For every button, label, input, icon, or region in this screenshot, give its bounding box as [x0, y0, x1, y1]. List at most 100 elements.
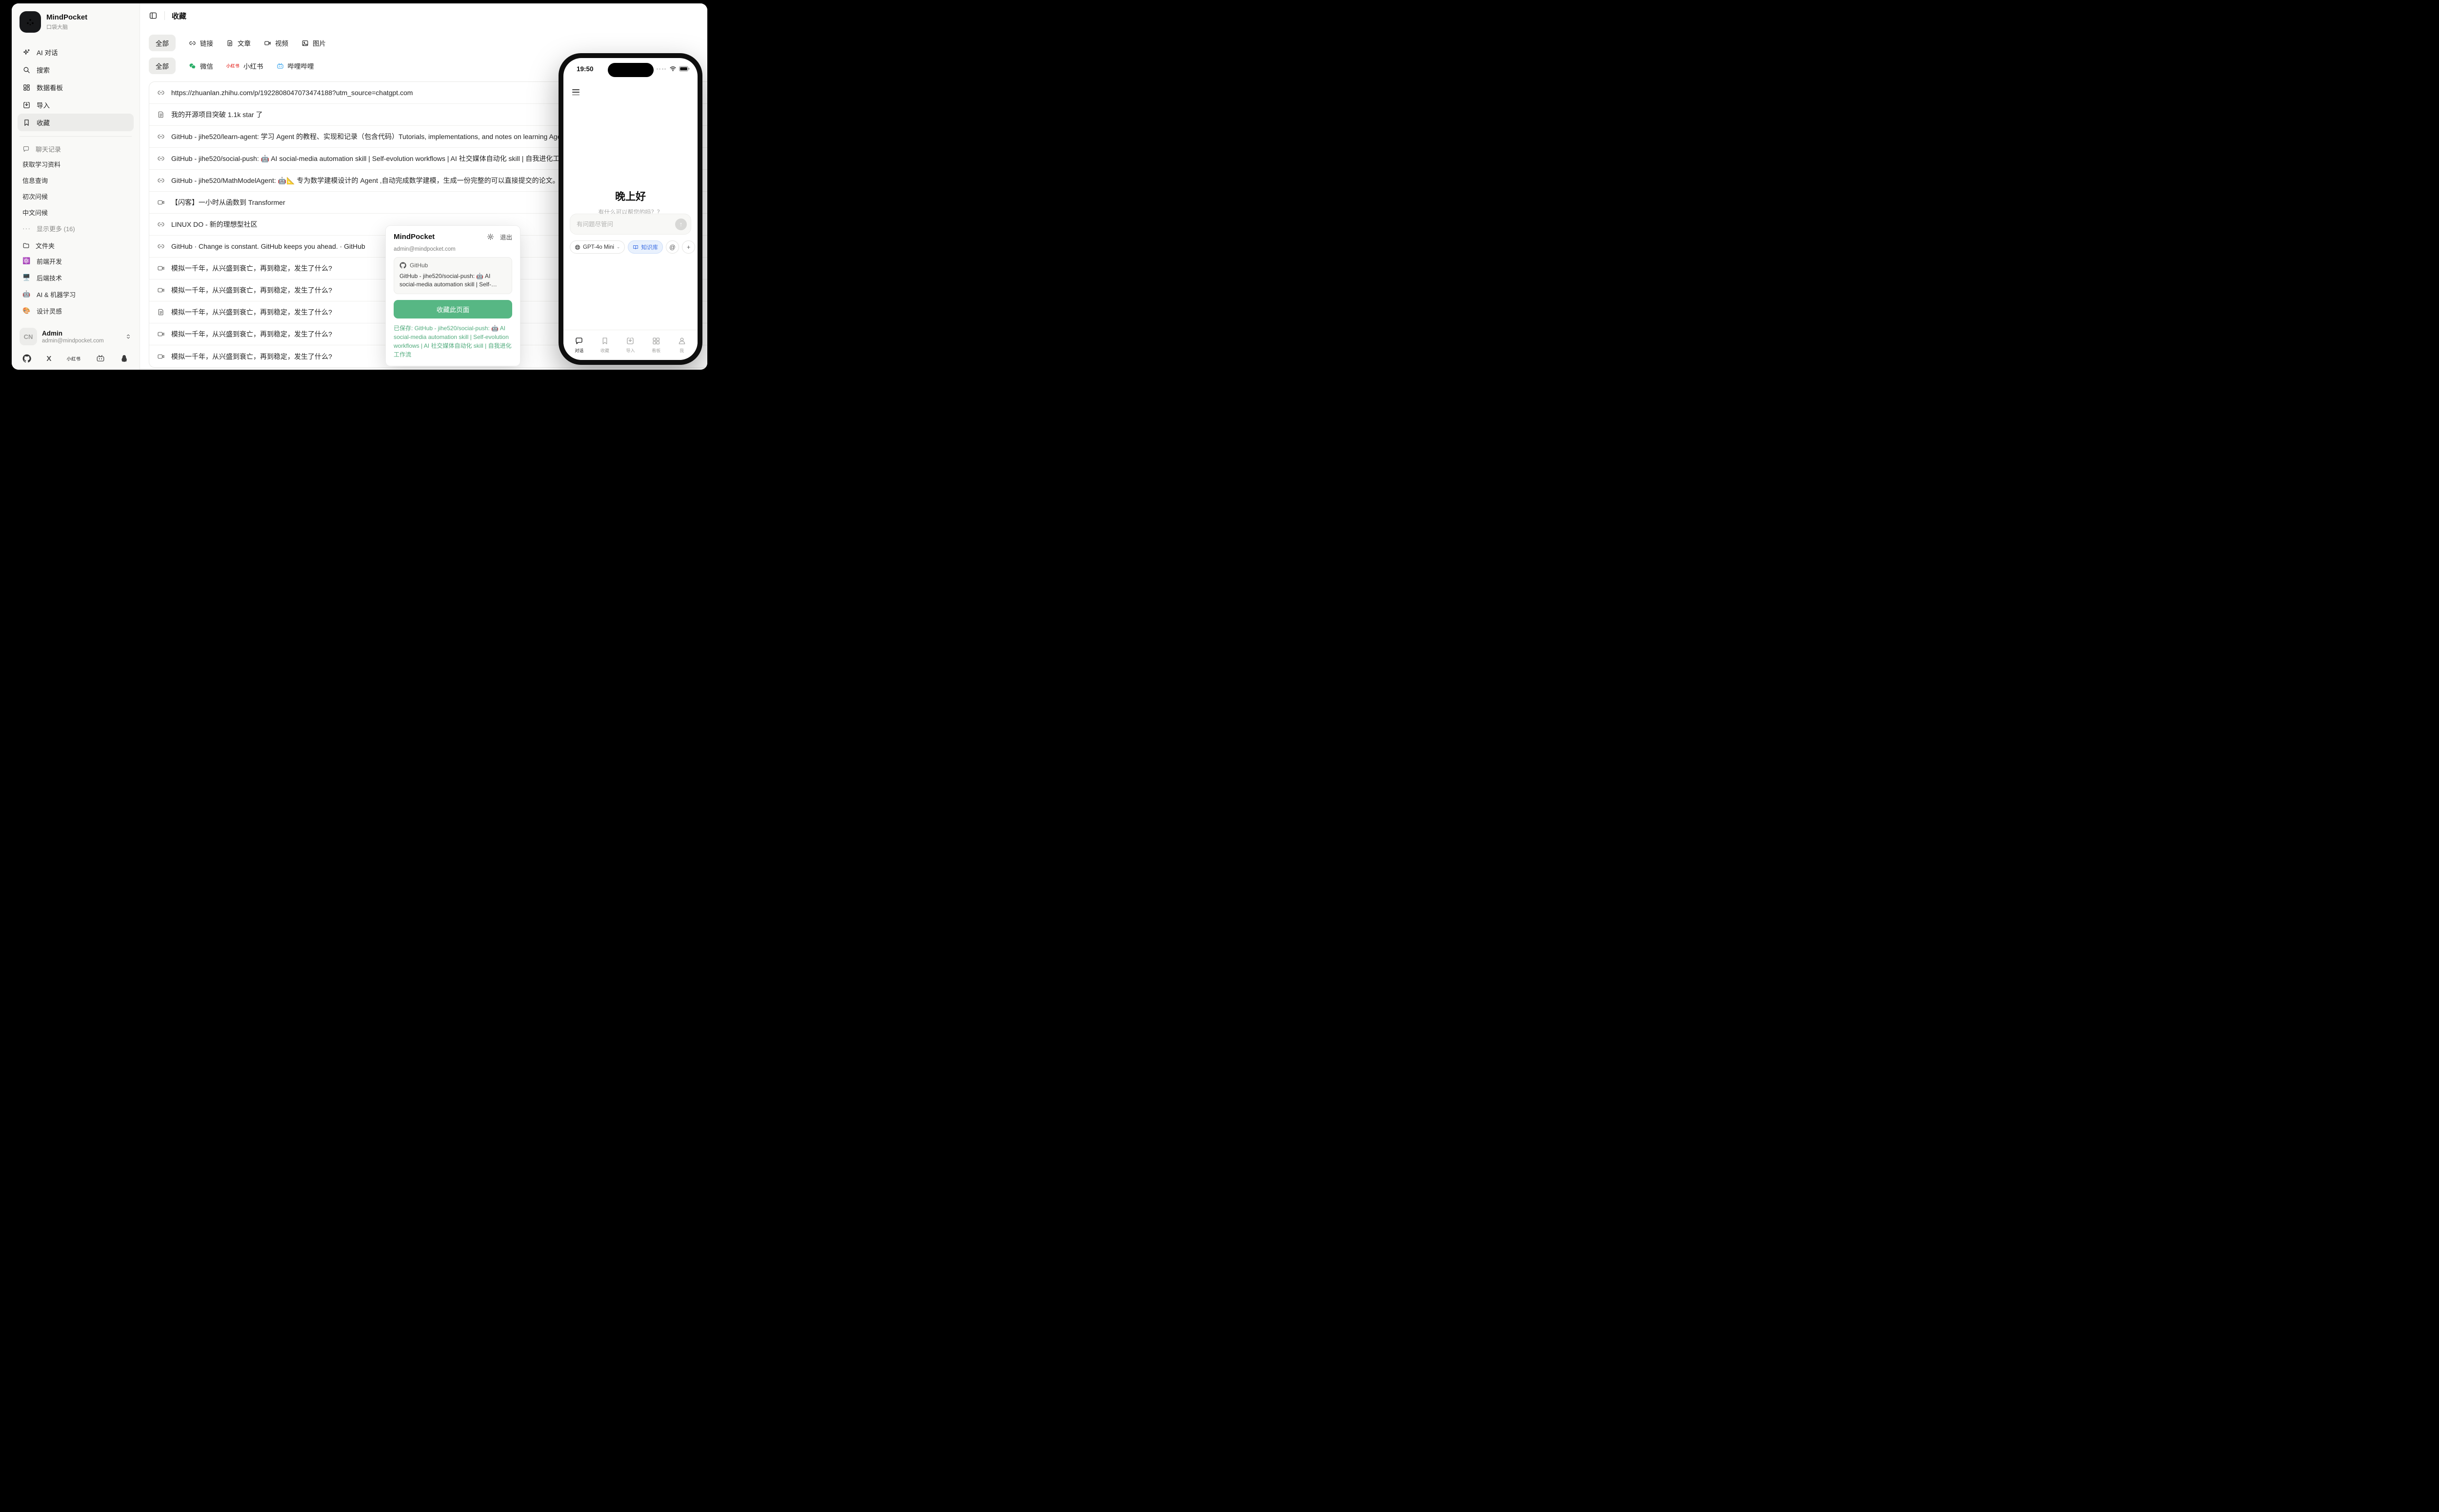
user-email: admin@mindpocket.com	[42, 338, 104, 344]
phone-tab-chat[interactable]: 对话	[566, 330, 592, 360]
chat-icon	[575, 337, 583, 345]
send-button[interactable]: ↑	[675, 219, 687, 230]
sidebar-item-search[interactable]: 搜索	[18, 61, 134, 79]
tab-label: 文章	[238, 38, 251, 48]
phone-mockup: 19:50 晚上好 有什么可以帮您的吗？？ ↑ GPT-4o Mini ⌄	[559, 53, 702, 365]
page-title: 收藏	[172, 11, 186, 21]
mention-chip[interactable]: @	[666, 240, 679, 254]
sidebar-item-ai-chat[interactable]: AI 对话	[18, 43, 134, 61]
add-chip[interactable]: +	[682, 240, 695, 254]
sidebar-item-import[interactable]: 导入	[18, 96, 134, 114]
bookmark-title: 模拟一千年，从兴盛到衰亡，再到稳定，发生了什么?	[171, 307, 332, 317]
globe-icon	[575, 244, 580, 250]
link-icon	[157, 133, 165, 140]
folder-item[interactable]: 🎨 设计灵感	[18, 302, 134, 319]
model-selector-chip[interactable]: GPT-4o Mini ⌄	[570, 240, 625, 254]
sidebar-item-favorites[interactable]: 收藏	[18, 114, 134, 131]
status-time: 19:50	[577, 65, 594, 73]
section-label: 文件夹	[36, 241, 55, 250]
ellipsis-icon: ···	[22, 224, 31, 232]
video-icon	[157, 286, 165, 294]
search-icon	[22, 66, 31, 74]
source-tab-all[interactable]: 全部	[149, 58, 176, 74]
avatar: CN	[20, 328, 37, 345]
video-icon	[157, 353, 165, 360]
phone-chips-row: GPT-4o Mini ⌄ 知识库 @ +	[570, 240, 695, 254]
bookmark-title: GitHub - jihe520/MathModelAgent: 🤖📐 专为数学…	[171, 176, 560, 185]
bookmark-icon	[600, 337, 609, 345]
phone-tab-label: 我	[680, 347, 684, 354]
phone-status-bar: 19:50	[563, 58, 698, 80]
save-page-button[interactable]: 收藏此页面	[394, 300, 512, 318]
bookmark-title: GitHub - jihe520/learn-agent: 学习 Agent 的…	[171, 132, 570, 141]
phone-greeting: 晚上好 有什么可以帮您的吗？？	[563, 189, 698, 216]
sidebar-item-label: 数据看板	[37, 82, 63, 92]
link-icon	[157, 220, 165, 228]
bilibili-icon	[277, 62, 284, 70]
bookmark-title: LINUX DO - 新的理想型社区	[171, 219, 258, 229]
page-header: 收藏	[140, 3, 707, 28]
chat-item[interactable]: 中文问候	[18, 204, 134, 220]
source-tab-wechat[interactable]: 微信	[189, 61, 213, 71]
folder-item[interactable]: 🖥️ 后端技术	[18, 269, 134, 286]
phone-tab-board[interactable]: 看板	[643, 330, 669, 360]
phone-tab-favorites[interactable]: 收藏	[592, 330, 618, 360]
type-tab-articles[interactable]: 文章	[226, 38, 251, 48]
bookmark-title: 我的开源项目突破 1.1k star 了	[171, 110, 262, 119]
source-tab-xiaohongshu[interactable]: 小红书 小红书	[226, 61, 263, 71]
folder-item[interactable]: 🤖 AI & 机器学习	[18, 286, 134, 302]
type-tab-images[interactable]: 图片	[301, 38, 326, 48]
phone-menu-icon[interactable]	[572, 89, 580, 95]
show-more-button[interactable]: ··· 显示更多 (16)	[18, 220, 134, 236]
person-icon	[678, 337, 686, 345]
import-icon	[22, 101, 31, 109]
source-tab-bilibili[interactable]: 哔哩哔哩	[277, 61, 314, 71]
extension-popup: MindPocket 退出 admin@mindpocket.com GitHu…	[385, 225, 520, 366]
x-icon[interactable]: X	[46, 355, 51, 363]
chat-item[interactable]: 获取学习资料	[18, 156, 134, 172]
model-name: GPT-4o Mini	[583, 244, 614, 250]
type-tab-all[interactable]: 全部	[149, 35, 176, 51]
bookmark-icon	[22, 119, 31, 127]
tab-label: 微信	[200, 61, 213, 71]
type-tab-links[interactable]: 链接	[189, 38, 213, 48]
github-icon	[400, 262, 406, 269]
show-more-label: 显示更多 (16)	[37, 224, 75, 233]
chat-icon	[22, 145, 30, 153]
chat-history-section: 聊天记录	[18, 141, 134, 156]
user-name: Admin	[42, 330, 104, 337]
folder-label: 后端技术	[37, 273, 62, 282]
gear-icon[interactable]	[487, 233, 494, 240]
bilibili-icon[interactable]	[96, 354, 105, 363]
grid-icon	[652, 337, 660, 345]
chat-item[interactable]: 初次问候	[18, 188, 134, 204]
logout-button[interactable]: 退出	[500, 232, 512, 241]
folder-emoji: 🤖	[22, 290, 31, 298]
github-icon[interactable]	[22, 354, 31, 363]
phone-screen: 19:50 晚上好 有什么可以帮您的吗？？ ↑ GPT-4o Mini ⌄	[563, 58, 698, 360]
chat-item[interactable]: 信息查询	[18, 172, 134, 188]
folders-section[interactable]: 文件夹	[18, 238, 134, 253]
xiaohongshu-icon[interactable]: 小红书	[67, 356, 81, 362]
network-icon	[25, 17, 35, 27]
page-source-card: GitHub GitHub - jihe520/social-push: 🤖 A…	[394, 257, 512, 294]
phone-tab-me[interactable]: 我	[669, 330, 695, 360]
folder-item[interactable]: ⚛️ 前端开发	[18, 253, 134, 269]
phone-chat-input[interactable]	[577, 221, 675, 228]
type-tab-videos[interactable]: 视频	[264, 38, 288, 48]
phone-tab-import[interactable]: 导入	[618, 330, 643, 360]
social-links-row: X 小红书	[18, 348, 134, 365]
qq-icon[interactable]	[120, 354, 129, 363]
folder-label: AI & 机器学习	[37, 290, 76, 299]
user-account-selector[interactable]: CN Admin admin@mindpocket.com	[18, 325, 134, 348]
folder-label: 前端开发	[37, 257, 62, 266]
link-icon	[157, 89, 165, 97]
divider	[20, 136, 132, 137]
knowledge-base-chip[interactable]: 知识库	[628, 240, 663, 254]
sidebar-item-dashboard[interactable]: 数据看板	[18, 79, 134, 96]
sidebar-toggle-icon[interactable]	[149, 11, 158, 20]
app-name: MindPocket	[46, 13, 87, 21]
bookmark-title: GitHub · Change is constant. GitHub keep…	[171, 242, 365, 250]
divider	[164, 11, 165, 20]
knowledge-base-label: 知识库	[641, 243, 658, 251]
